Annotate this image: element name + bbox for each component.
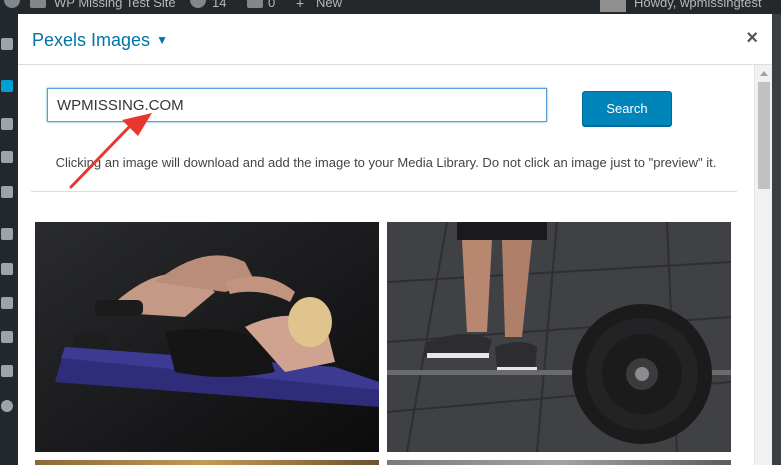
media-icon[interactable] xyxy=(1,118,13,130)
updates-count[interactable]: 14 xyxy=(212,0,226,10)
divider xyxy=(31,191,737,192)
image-result[interactable] xyxy=(387,460,731,465)
close-button[interactable]: × xyxy=(746,28,758,48)
avatar[interactable] xyxy=(600,0,626,12)
site-name[interactable]: WP Missing Test Site xyxy=(54,0,176,10)
wordpress-logo-icon[interactable] xyxy=(4,0,20,8)
vertical-scrollbar[interactable] xyxy=(754,65,772,465)
collapse-icon[interactable] xyxy=(1,400,13,412)
search-input[interactable] xyxy=(47,88,547,122)
modal-header: Pexels Images ▼ × xyxy=(18,14,772,65)
users-icon[interactable] xyxy=(1,297,13,309)
modal-title: Pexels Images xyxy=(32,30,151,50)
plus-icon[interactable]: + xyxy=(296,0,304,11)
howdy-user[interactable]: Howdy, wpmissingtest xyxy=(634,0,762,10)
image-result[interactable] xyxy=(35,222,379,452)
updates-icon[interactable] xyxy=(190,0,206,8)
scrollbar-thumb[interactable] xyxy=(758,82,770,189)
admin-sidebar xyxy=(0,14,18,465)
pin-icon[interactable] xyxy=(1,80,13,92)
caret-down-icon: ▼ xyxy=(156,33,168,47)
home-icon[interactable] xyxy=(30,0,46,8)
appearance-icon[interactable] xyxy=(1,228,13,240)
new-link[interactable]: New xyxy=(316,0,342,10)
scroll-up-arrow-icon[interactable] xyxy=(760,71,768,76)
comments-count[interactable]: 0 xyxy=(268,0,275,10)
search-button[interactable]: Search xyxy=(582,91,672,126)
plugins-icon[interactable] xyxy=(1,263,13,275)
comments-icon[interactable] xyxy=(1,186,13,198)
image-result[interactable] xyxy=(387,222,731,452)
admin-bar: WP Missing Test Site 14 0 + New Howdy, w… xyxy=(0,0,781,14)
modal-content: Search Clicking an image will download a… xyxy=(18,65,754,465)
dashboard-icon[interactable] xyxy=(1,38,13,50)
pages-icon[interactable] xyxy=(1,151,13,163)
background-page-strip xyxy=(772,14,781,465)
modal-title-dropdown[interactable]: Pexels Images ▼ xyxy=(32,30,168,51)
pexels-modal: Pexels Images ▼ × Search Clicking an imag… xyxy=(18,14,772,465)
tools-icon[interactable] xyxy=(1,331,13,343)
image-result[interactable] xyxy=(35,460,379,465)
settings-icon[interactable] xyxy=(1,365,13,377)
comments-icon[interactable] xyxy=(247,0,263,8)
crunches-photo xyxy=(35,222,379,452)
download-notice: Clicking an image will download and add … xyxy=(55,155,717,170)
barbell-photo xyxy=(387,222,731,452)
